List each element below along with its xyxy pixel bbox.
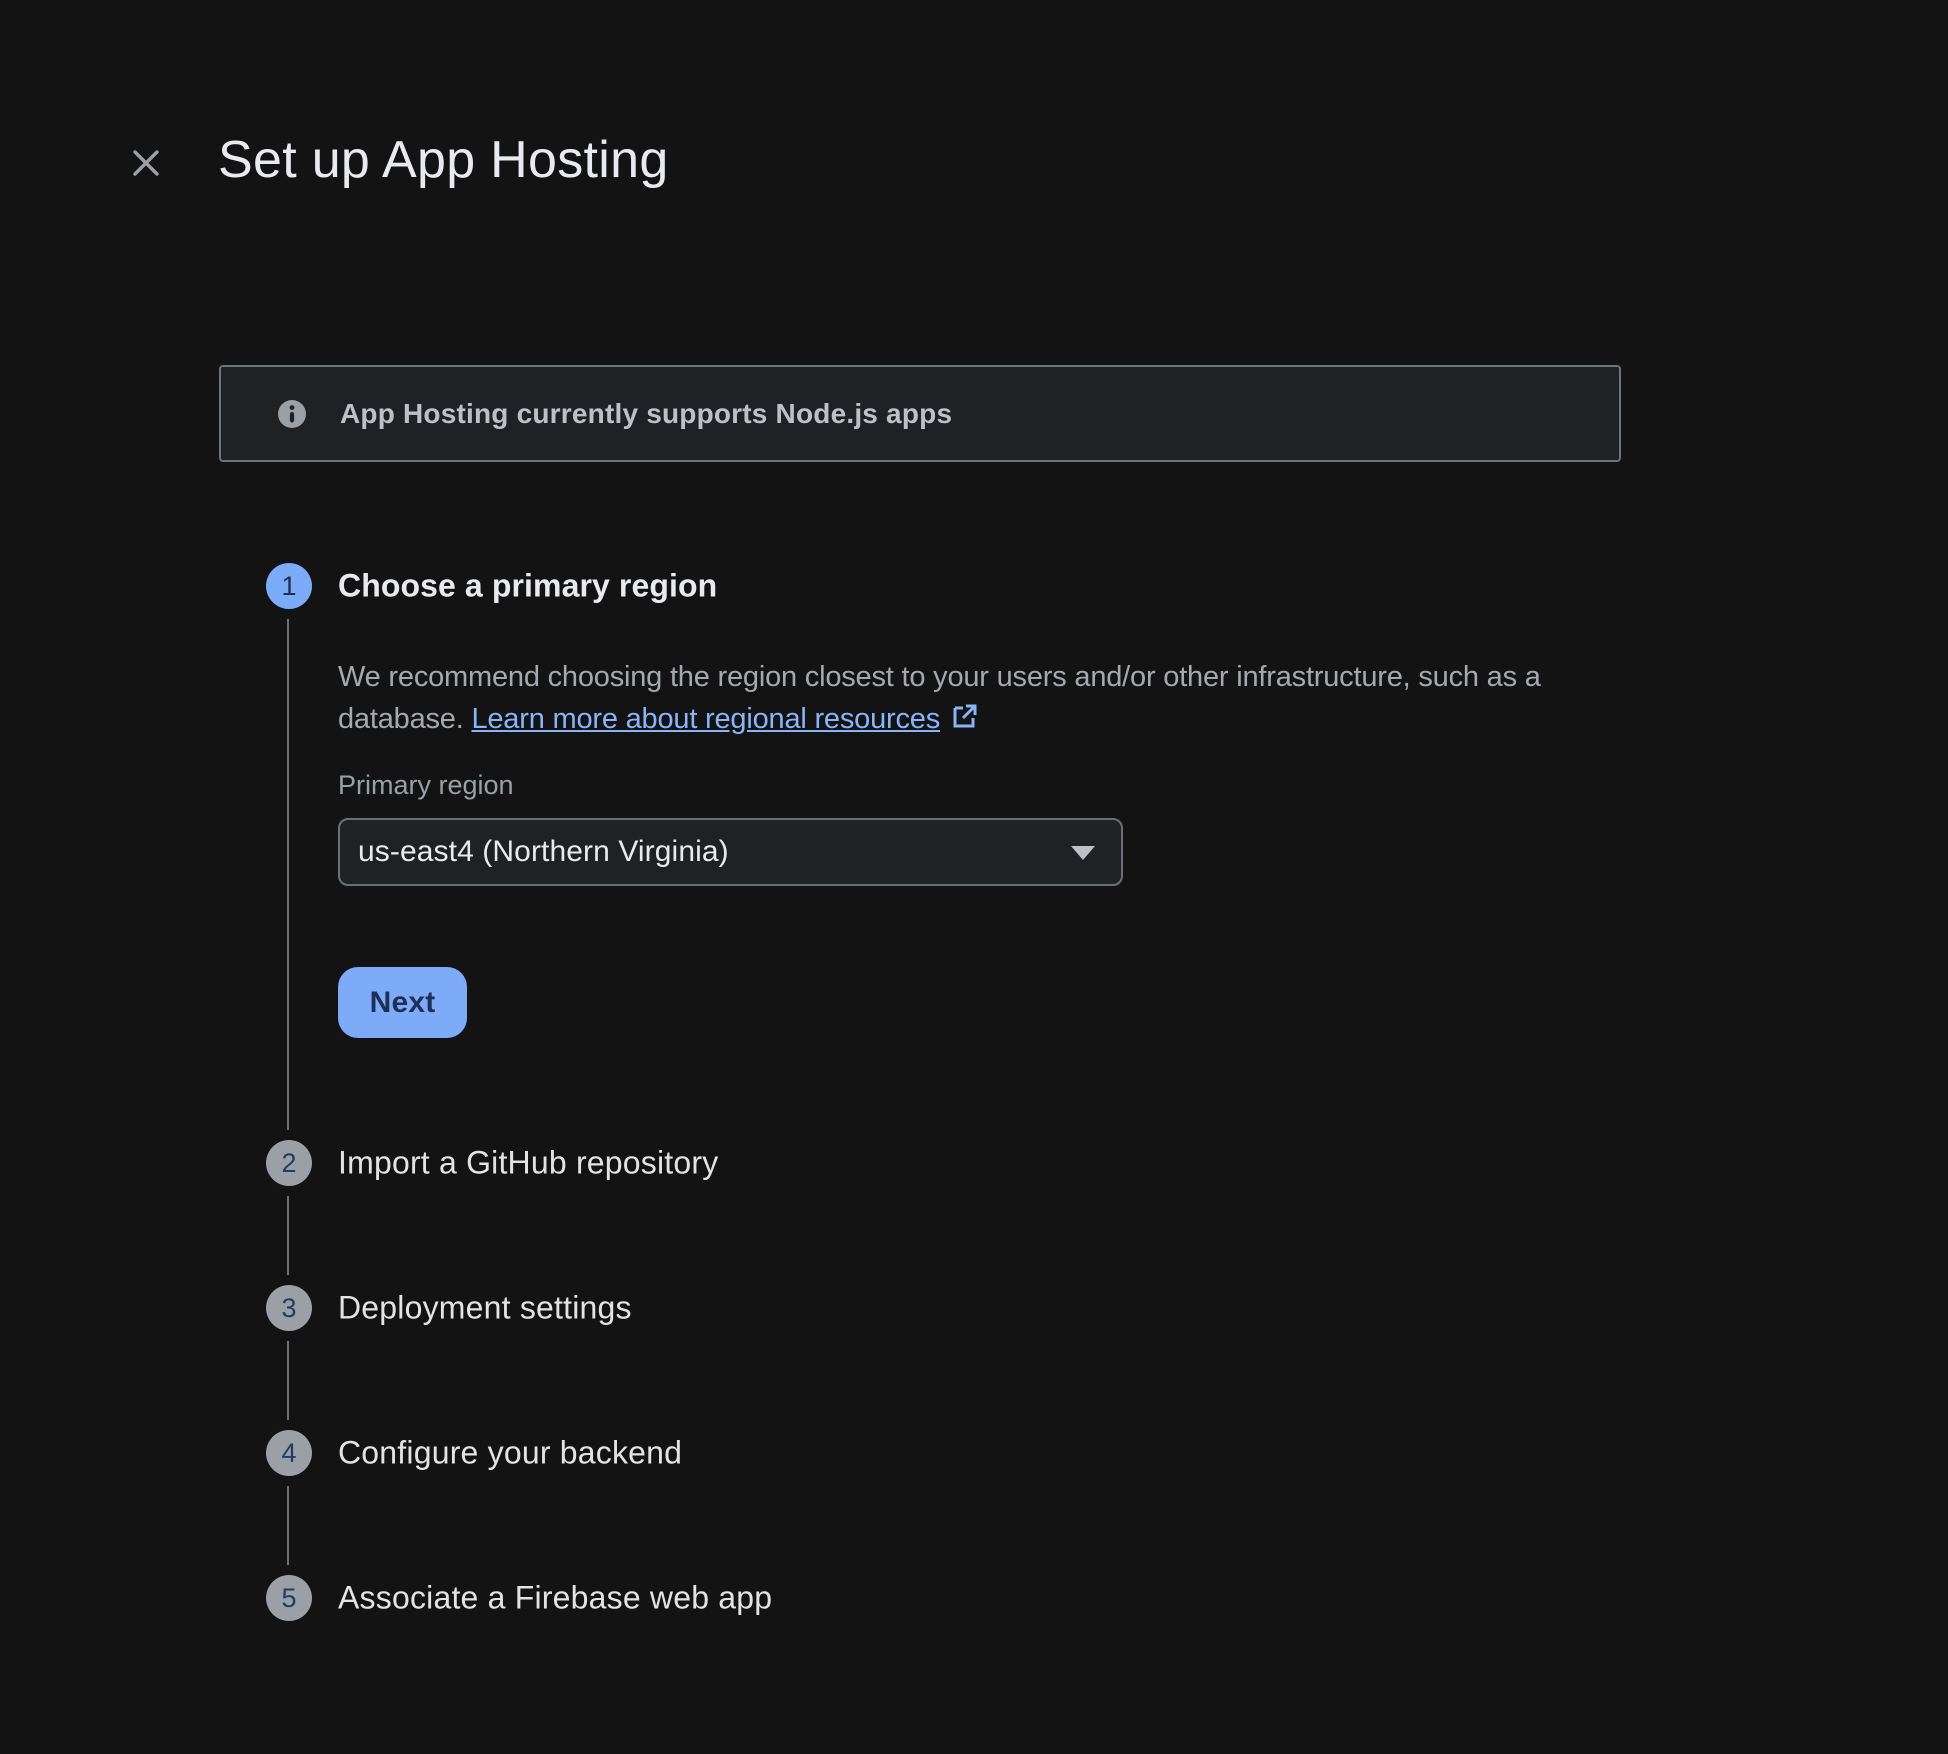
connector-step2-step3: [287, 1196, 289, 1275]
page-title: Set up App Hosting: [218, 130, 669, 190]
step-5-label: Associate a Firebase web app: [338, 1580, 772, 1617]
close-button[interactable]: [120, 137, 172, 189]
step-3-indicator: 3: [266, 1285, 312, 1331]
step-4-indicator: 4: [266, 1430, 312, 1476]
step-1-indicator: 1: [266, 563, 312, 609]
step-1-description: We recommend choosing the region closest…: [338, 656, 1578, 743]
step-2-number: 2: [281, 1148, 296, 1179]
info-banner-text: App Hosting currently supports Node.js a…: [340, 398, 952, 430]
step-5-number: 5: [281, 1583, 296, 1614]
learn-more-link[interactable]: Learn more about regional resources: [471, 703, 978, 735]
step-2-label: Import a GitHub repository: [338, 1145, 718, 1182]
connector-step1-step2: [287, 619, 289, 1130]
step-3-number: 3: [281, 1293, 296, 1324]
primary-region-value: us-east4 (Northern Virginia): [358, 835, 729, 869]
info-banner: App Hosting currently supports Node.js a…: [219, 365, 1621, 462]
step-5-indicator: 5: [266, 1575, 312, 1621]
step-1-label: Choose a primary region: [338, 568, 717, 605]
primary-region-label: Primary region: [338, 770, 514, 801]
info-icon: [277, 399, 307, 429]
step-3-label: Deployment settings: [338, 1290, 632, 1327]
external-link-icon: [950, 701, 978, 743]
connector-step4-step5: [287, 1486, 289, 1565]
setup-app-hosting-dialog: Set up App Hosting App Hosting currently…: [0, 0, 1948, 1754]
next-button[interactable]: Next: [338, 967, 467, 1038]
step-4-number: 4: [281, 1438, 296, 1469]
connector-step3-step4: [287, 1341, 289, 1420]
step-4-label: Configure your backend: [338, 1435, 682, 1472]
dropdown-arrow-icon: [1071, 846, 1095, 860]
step-2-indicator: 2: [266, 1140, 312, 1186]
learn-more-link-label: Learn more about regional resources: [471, 703, 940, 735]
primary-region-select[interactable]: us-east4 (Northern Virginia): [338, 818, 1123, 886]
step-1-number: 1: [281, 571, 296, 602]
close-icon: [128, 145, 164, 181]
